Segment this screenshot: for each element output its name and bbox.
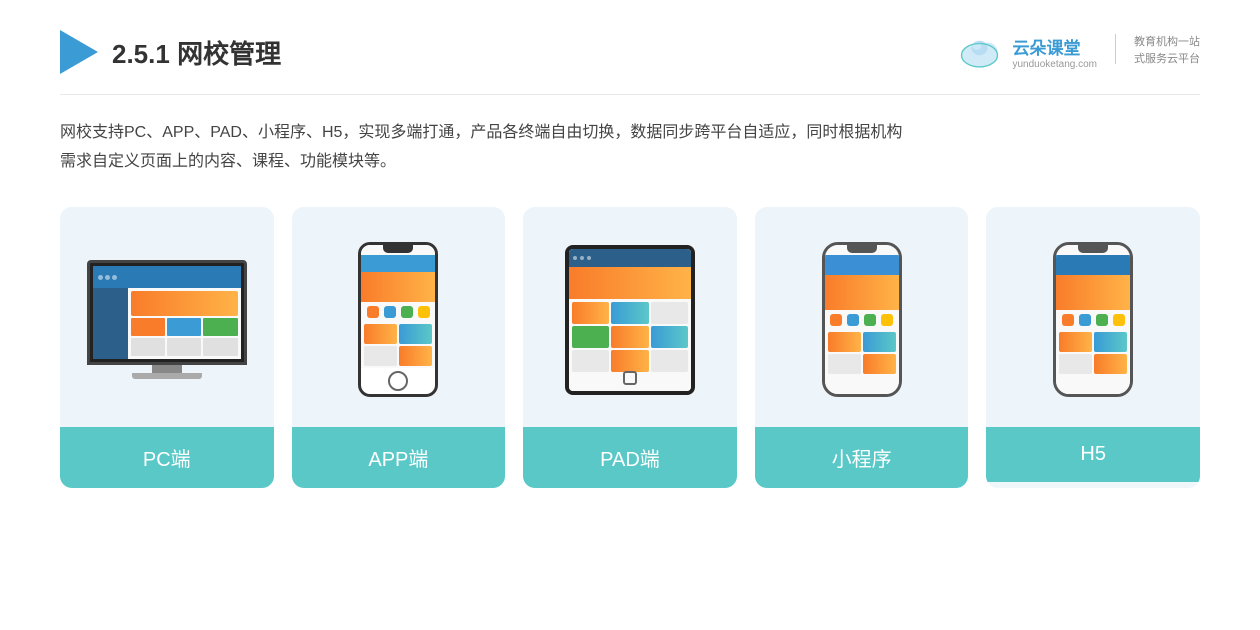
- cards-container: PC端: [60, 207, 1200, 488]
- card-pc-label: PC端: [60, 427, 274, 488]
- card-pad: PAD端: [523, 207, 737, 488]
- brand-url: yunduoketang.com: [1012, 59, 1097, 70]
- card-miniprogram-image: [755, 207, 969, 427]
- card-app: APP端: [292, 207, 506, 488]
- phone-mockup-h5: [1053, 242, 1133, 397]
- brand-text-wrapper: 云朵课堂 yunduoketang.com 教育机构一站 式服务云平台: [1012, 34, 1200, 70]
- brand-name: 云朵课堂: [1012, 34, 1097, 59]
- description-text: 网校支持PC、APP、PAD、小程序、H5，实现多端打通，产品各终端自由切换，数…: [60, 119, 1200, 177]
- cloud-icon: [957, 35, 1002, 70]
- header-left: 2.5.1 网校管理: [60, 30, 281, 74]
- pc-monitor-icon: [87, 260, 247, 379]
- brand-slogan: 教育机构一站 式服务云平台: [1134, 34, 1200, 67]
- brand-logo-area: 云朵课堂 yunduoketang.com 教育机构一站 式服务云平台: [957, 34, 1200, 70]
- card-h5: H5: [986, 207, 1200, 488]
- card-app-image: [292, 207, 506, 427]
- card-app-label: APP端: [292, 427, 506, 488]
- card-h5-image: [986, 207, 1200, 427]
- logo-triangle-icon: [60, 30, 98, 74]
- card-h5-label: H5: [986, 427, 1200, 482]
- card-miniprogram: 小程序: [755, 207, 969, 488]
- phone-mockup-mini: [822, 242, 902, 397]
- page-container: 2.5.1 网校管理 云朵课: [0, 0, 1260, 630]
- card-pc: PC端: [60, 207, 274, 488]
- phone-mockup-app: [358, 242, 438, 397]
- card-pad-label: PAD端: [523, 427, 737, 488]
- brand-divider: [1115, 34, 1116, 64]
- card-pad-image: [523, 207, 737, 427]
- card-miniprogram-label: 小程序: [755, 427, 969, 488]
- card-pc-image: [60, 207, 274, 427]
- tablet-mockup: [565, 245, 695, 395]
- header: 2.5.1 网校管理 云朵课: [60, 30, 1200, 95]
- brand-main-text: 云朵课堂 yunduoketang.com: [1012, 34, 1097, 70]
- page-title: 2.5.1 网校管理: [112, 34, 281, 71]
